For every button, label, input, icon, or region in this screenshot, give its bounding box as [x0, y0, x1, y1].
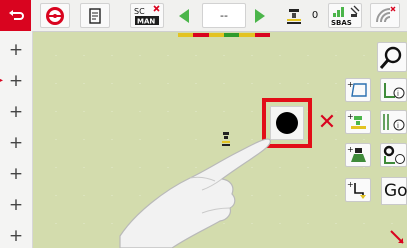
- wifi-icon: [376, 6, 396, 22]
- add-icon[interactable]: +: [8, 73, 24, 90]
- pointing-hand-icon: [119, 138, 271, 248]
- implement-count: 0: [311, 10, 319, 21]
- indicator-arrow-icon: ▸: [0, 75, 4, 86]
- search-button[interactable]: [377, 42, 407, 72]
- top-toolbar: SC MAN -- 0 SBAS: [0, 0, 407, 32]
- lightbar-segment: [178, 33, 194, 37]
- track-info-icon: i: [383, 114, 405, 131]
- add-boundary-button[interactable]: +: [345, 78, 371, 102]
- add-boundary-icon: +: [347, 80, 367, 97]
- lightbar-segment: [208, 33, 224, 37]
- section-control-button[interactable]: SC MAN: [130, 3, 164, 28]
- svg-text:i: i: [397, 122, 399, 130]
- svg-text:+: +: [347, 180, 354, 189]
- svg-text:+: +: [347, 145, 354, 154]
- value-display: --: [202, 3, 246, 28]
- field-info-button[interactable]: i: [380, 78, 407, 102]
- document-button[interactable]: [80, 3, 110, 28]
- svg-text:i: i: [397, 90, 399, 98]
- lightbar-segment: [193, 33, 209, 37]
- svg-text:SBAS: SBAS: [331, 19, 352, 27]
- add-icon[interactable]: +: [8, 197, 24, 214]
- add-track-icon: +: [347, 180, 366, 199]
- add-icon[interactable]: +: [8, 42, 24, 59]
- implement-button[interactable]: [282, 3, 306, 28]
- guidance-lightbar: [178, 33, 270, 37]
- add-headland-button[interactable]: +: [345, 143, 371, 167]
- settings-info-button[interactable]: [380, 143, 407, 167]
- implement-icon: [287, 8, 301, 24]
- svg-text:SC: SC: [134, 7, 145, 16]
- document-icon: [89, 7, 101, 24]
- svg-text:+: +: [347, 112, 354, 121]
- back-arrow-icon: [8, 9, 24, 20]
- section-control-manual-icon: SC MAN: [134, 4, 160, 25]
- lightbar-segment: [223, 33, 240, 37]
- svg-text:MAN: MAN: [137, 17, 155, 25]
- add-headland-icon: +: [347, 145, 366, 162]
- previous-button[interactable]: [172, 3, 196, 28]
- close-icon[interactable]: ✕: [315, 111, 339, 135]
- add-icon[interactable]: +: [8, 135, 24, 152]
- track-info-button[interactable]: i: [380, 110, 407, 134]
- gear-icon: [383, 145, 405, 164]
- steering-button[interactable]: [40, 3, 70, 28]
- add-icon[interactable]: +: [8, 166, 24, 183]
- add-implement-button[interactable]: +: [345, 110, 371, 134]
- corner-flag-icon: [390, 230, 404, 244]
- left-zoom-column: ▸ + + + + + + +: [0, 31, 33, 248]
- steering-wheel-icon: [46, 6, 64, 25]
- add-implement-icon: +: [347, 112, 366, 129]
- gps-status-button[interactable]: SBAS: [328, 3, 362, 28]
- next-button[interactable]: [248, 3, 272, 28]
- wifi-button[interactable]: [370, 3, 400, 28]
- lightbar-segment: [239, 33, 255, 37]
- arrow-left-icon: [179, 8, 189, 23]
- back-button[interactable]: [0, 0, 31, 31]
- arrow-right-icon: [255, 8, 265, 23]
- lightbar-segment: [254, 33, 270, 37]
- magnifier-icon: [379, 46, 402, 69]
- field-info-icon: i: [384, 83, 405, 99]
- add-icon[interactable]: +: [8, 228, 24, 245]
- add-icon[interactable]: +: [8, 104, 24, 121]
- go-button[interactable]: Go: [381, 177, 407, 205]
- gps-signal-icon: SBAS: [331, 5, 360, 27]
- add-track-button[interactable]: +: [345, 178, 371, 202]
